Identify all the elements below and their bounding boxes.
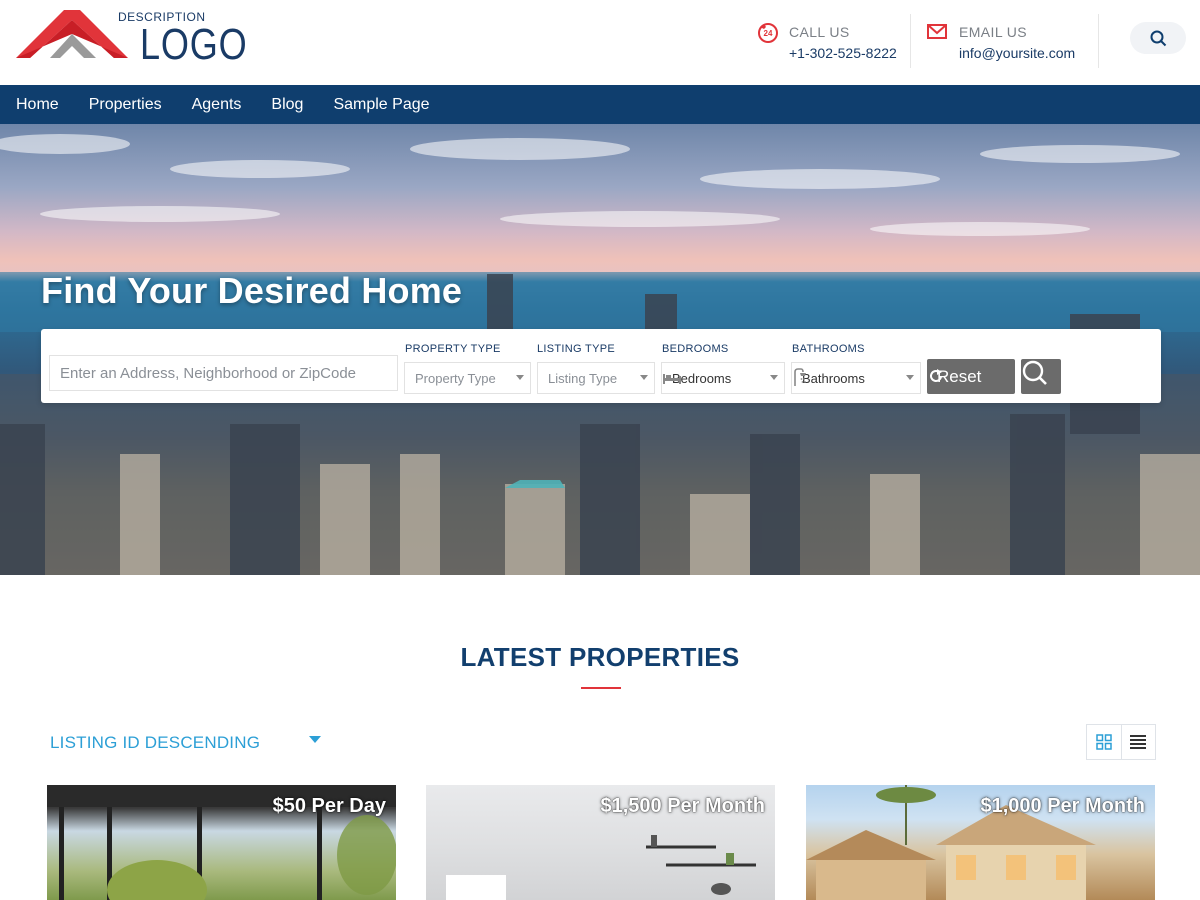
shower-icon: [794, 368, 806, 386]
latest-properties-title: LATEST PROPERTIES: [460, 642, 740, 672]
call-us-block: 24 CALL US +1-302-525-8222: [757, 22, 907, 68]
reset-button[interactable]: Reset: [927, 359, 1015, 394]
nav-item-home[interactable]: Home: [16, 96, 59, 114]
logo-text: LOGO: [140, 20, 248, 69]
bed-icon: [663, 374, 681, 384]
property-price: $1,500 Per Month: [600, 795, 765, 817]
property-card[interactable]: $1,500 Per Month: [426, 785, 775, 900]
view-toggle: [1086, 724, 1156, 760]
chevron-down-icon: [516, 375, 524, 380]
property-price: $1,000 Per Month: [980, 795, 1145, 817]
property-type-select[interactable]: Property Type: [404, 362, 531, 394]
nav-item-blog[interactable]: Blog: [271, 96, 303, 114]
email-us-address[interactable]: info@yoursite.com: [959, 45, 1075, 61]
email-us-label: EMAIL US: [959, 24, 1028, 40]
nav-item-sample-page[interactable]: Sample Page: [333, 96, 429, 114]
list-view-button[interactable]: [1120, 725, 1155, 759]
site-header: DESCRIPTION LOGO 24 CALL US +1-302-525-8…: [0, 0, 1200, 85]
property-card[interactable]: $50 Per Day: [47, 785, 396, 900]
site-logo[interactable]: DESCRIPTION LOGO: [16, 8, 247, 69]
header-divider: [1098, 14, 1099, 68]
phone-24-icon: 24: [758, 23, 778, 43]
title-underline: [581, 687, 621, 689]
hero-banner: Find Your Desired Home PROPERTY TYPE Pro…: [0, 124, 1200, 575]
call-us-phone[interactable]: +1-302-525-8222: [789, 45, 897, 61]
hero-title: Find Your Desired Home: [41, 270, 463, 311]
header-search-button[interactable]: [1130, 22, 1186, 54]
bedrooms-select[interactable]: Bedrooms: [661, 362, 785, 394]
bedrooms-label: BEDROOMS: [662, 343, 729, 355]
chevron-down-icon: [906, 375, 914, 380]
bathrooms-label: BATHROOMS: [792, 343, 865, 355]
call-us-label: CALL US: [789, 24, 850, 40]
header-divider: [910, 14, 911, 68]
property-type-value: Property Type: [415, 370, 496, 386]
property-type-label: PROPERTY TYPE: [405, 343, 501, 355]
sort-chevron-down-icon[interactable]: [309, 736, 321, 743]
envelope-icon: [927, 24, 947, 39]
sort-select[interactable]: LISTING ID DESCENDING: [50, 733, 260, 753]
grid-icon: [1096, 734, 1112, 750]
chevron-down-icon: [770, 375, 778, 380]
search-icon: [1022, 360, 1047, 385]
address-search-input[interactable]: [49, 355, 398, 391]
bathrooms-value: Bathrooms: [802, 370, 865, 386]
nav-item-agents[interactable]: Agents: [192, 96, 242, 114]
listing-type-value: Listing Type: [548, 370, 618, 386]
refresh-icon: [930, 369, 942, 382]
search-icon: [1150, 30, 1166, 46]
chevron-down-icon: [640, 375, 648, 380]
list-icon: [1130, 735, 1147, 749]
property-price: $50 Per Day: [272, 795, 386, 817]
bathrooms-select[interactable]: Bathrooms: [791, 362, 921, 394]
listing-type-select[interactable]: Listing Type: [537, 362, 655, 394]
nav-item-properties[interactable]: Properties: [89, 96, 162, 114]
svg-text:24: 24: [764, 29, 773, 38]
search-submit-button[interactable]: [1021, 359, 1061, 394]
property-card[interactable]: $1,000 Per Month: [806, 785, 1155, 900]
listing-type-label: LISTING TYPE: [537, 343, 615, 355]
grid-view-button[interactable]: [1087, 725, 1121, 759]
email-us-block: EMAIL US info@yoursite.com: [927, 22, 1087, 68]
property-search-panel: PROPERTY TYPE Property Type LISTING TYPE…: [41, 329, 1161, 403]
main-navigation: Home Properties Agents Blog Sample Page: [0, 85, 1200, 124]
